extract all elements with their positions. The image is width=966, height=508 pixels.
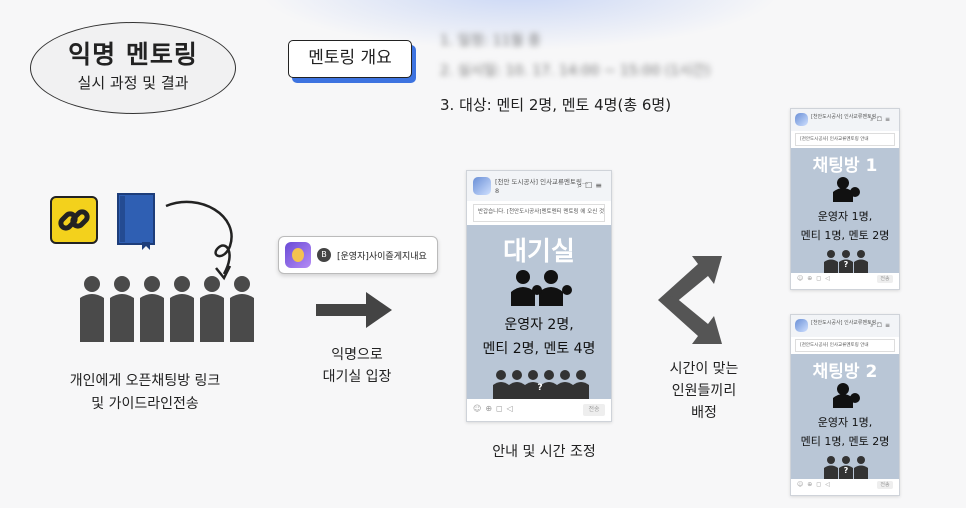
right-caption: 시간이 맞는 인원들끼리 배정 — [654, 358, 754, 424]
send-button[interactable]: 전송 — [877, 481, 893, 489]
middle-caption-line-1: 익명으로 — [331, 347, 383, 363]
waiting-room-chat-window: [천안 도시공사] 인사교류멘토링... 8 ⌕☐≡ 반갑습니다. [천안도시공… — [466, 170, 612, 422]
chat-room-avatar — [795, 113, 808, 126]
chat-notice: 반갑습니다. [천안도시공사]멘토멘티 멘토링 에 오신 것을 환영합니다. — [473, 204, 605, 222]
chat-tools-icons[interactable]: ☺⊕◻◁ — [797, 275, 834, 282]
chat-footer: ☺⊕◻◁ 전송 — [467, 399, 611, 421]
chat-header-icons[interactable]: ⌕☐≡ — [578, 181, 605, 191]
chat-body: 채팅방 2 운영자 1명, 멘티 1명, 멘토 2명 ? — [791, 354, 899, 479]
chat-footer: ☺⊕◻◁ 전송 — [791, 479, 899, 491]
chat-header: [천안도시공사] 인사교류멘토링... ⌕☐≡ — [791, 109, 899, 131]
chat-header-icons[interactable]: ⌕☐≡ — [870, 116, 893, 124]
book-icon — [114, 192, 158, 250]
chat-footer: ☺⊕◻◁ 전송 — [791, 273, 899, 285]
room-2-line-1: 운영자 1명, — [817, 416, 873, 429]
right-caption-line-1: 시간이 맞는 — [669, 361, 739, 377]
chat-link-text: [운영자]사이즐게지내요 — [337, 251, 427, 262]
overview-line-1: 1. 일정: 11월 중 — [440, 33, 541, 49]
question-mark: ? — [537, 383, 543, 393]
middle-caption: 익명으로 대기실 입장 — [312, 344, 402, 388]
link-icon — [50, 196, 98, 244]
question-mark: ? — [843, 466, 849, 475]
user-badge: B — [317, 248, 331, 262]
page-title: 익명 멘토링 — [68, 40, 198, 69]
chat-room-avatar — [795, 319, 808, 332]
overview-tag: 멘토링 개요 — [288, 40, 412, 78]
split-arrows-icon — [652, 252, 732, 348]
chat-header: [천안도시공사] 인사교류멘토링... ⌕☐≡ — [791, 315, 899, 337]
people-group-icon — [80, 272, 256, 342]
room-1-line-1: 운영자 1명, — [817, 210, 873, 223]
chat-tools-icons[interactable]: ☺⊕◻◁ — [797, 481, 834, 488]
chat-header-icons[interactable]: ⌕☐≡ — [870, 322, 893, 330]
overview-line-3: 3. 대상: 멘티 2명, 멘토 4명(총 6명) — [440, 96, 672, 114]
room-2-line-2: 멘티 1명, 멘토 2명 — [800, 435, 890, 448]
operator-gear-icon — [833, 383, 860, 408]
chat-notice: [천안도시공사] 인사교류멘토링 안내 — [795, 339, 895, 352]
chat-tools-icons[interactable]: ☺⊕◻◁ — [473, 404, 517, 413]
chat-body: 채팅방 1 운영자 1명, 멘티 1명, 멘토 2명 ? — [791, 148, 899, 273]
chat-avatar — [285, 242, 311, 268]
chat-notice: [천안도시공사] 인사교류멘토링 안내 — [795, 133, 895, 146]
chat-header: [천안 도시공사] 인사교류멘토링... 8 ⌕☐≡ — [467, 171, 611, 201]
waiting-room-line-1: 운영자 2명, — [504, 317, 574, 333]
chat-room-2-window: [천안도시공사] 인사교류멘토링... ⌕☐≡ [천안도시공사] 인사교류멘토링… — [790, 314, 900, 496]
send-button[interactable]: 전송 — [877, 275, 893, 283]
chat-link-preview[interactable]: B [운영자]사이즐게지내요 — [278, 236, 438, 274]
right-caption-line-3: 배정 — [691, 405, 717, 421]
room-2-title: 채팅방 2 — [812, 362, 878, 382]
left-caption-line-1: 개인에게 오픈채팅방 링크 — [69, 373, 221, 389]
chat-room-1-window: [천안도시공사] 인사교류멘토링... ⌕☐≡ [천안도시공사] 인사교류멘토링… — [790, 108, 900, 290]
operators-gear-icon — [511, 270, 572, 306]
room-1-line-2: 멘티 1명, 멘토 2명 — [800, 229, 890, 242]
chat-body: 대기실 운영자 2명, 멘티 2명, 멘토 4명 ? — [467, 225, 611, 399]
left-caption-line-2: 및 가이드라인전송 — [91, 396, 199, 412]
waiting-room-line-2: 멘티 2명, 멘토 4명 — [482, 341, 596, 357]
operator-gear-icon — [833, 177, 860, 202]
middle-caption-line-2: 대기실 입장 — [322, 369, 392, 385]
room-1-title: 채팅방 1 — [812, 156, 878, 176]
right-arrow-icon — [316, 290, 394, 330]
chat-room-name: [천안 도시공사] 인사교류멘토링... — [495, 178, 589, 186]
page-subtitle: 실시 과정 및 결과 — [77, 74, 189, 92]
chat-member-count: 8 — [495, 187, 500, 195]
chat-room-avatar — [473, 177, 491, 195]
overview-line-2: 2. 실시일: 10. 17. 14:00 ~ 15:00 (1시간) — [440, 63, 711, 79]
waiting-room-title: 대기실 — [503, 237, 575, 267]
right-caption-line-2: 인원들끼리 — [671, 383, 737, 399]
send-button[interactable]: 전송 — [583, 404, 605, 416]
waiting-caption: 안내 및 시간 조정 — [492, 444, 596, 460]
question-mark: ? — [843, 260, 849, 269]
left-caption: 개인에게 오픈채팅방 링크 및 가이드라인전송 — [60, 370, 230, 416]
